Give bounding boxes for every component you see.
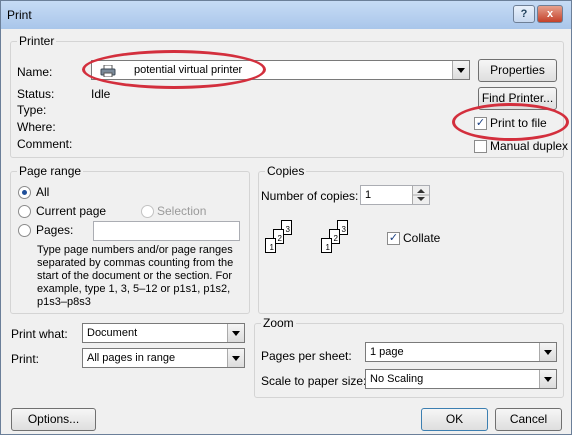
pages-radio[interactable] xyxy=(18,224,31,237)
all-pages-label: All xyxy=(36,185,50,199)
ok-button-label: OK xyxy=(445,412,464,426)
page-range-help-text: Type page numbers and/or page ranges sep… xyxy=(37,244,234,308)
current-page-radio[interactable] xyxy=(18,205,31,218)
chevron-down-icon[interactable] xyxy=(539,370,556,388)
scale-to-paper-size-value: No Scaling xyxy=(370,373,424,385)
pages-per-sheet-value: 1 page xyxy=(370,346,404,358)
ok-button[interactable]: OK xyxy=(421,408,488,431)
pages-input[interactable] xyxy=(93,221,240,241)
zoom-group-label: Zoom xyxy=(261,316,296,330)
print-what-label: Print what: xyxy=(11,327,68,341)
manual-duplex-label: Manual duplex xyxy=(490,139,569,153)
number-of-copies-label: Number of copies: xyxy=(261,189,359,203)
highlight-ring-printer-name xyxy=(82,50,266,89)
chevron-down-icon[interactable] xyxy=(452,61,469,79)
printer-group-label: Printer xyxy=(17,34,57,48)
all-pages-radio[interactable] xyxy=(18,186,31,199)
copies-group-label: Copies xyxy=(265,164,307,178)
status-value: Idle xyxy=(91,87,111,101)
scale-to-paper-size-select[interactable]: No Scaling xyxy=(365,369,557,389)
collate-label: Collate xyxy=(403,231,441,245)
title-bar: Print ? x xyxy=(1,1,571,29)
options-button[interactable]: Options... xyxy=(11,408,96,431)
collate-page-1: 1 xyxy=(265,238,276,253)
pages-per-sheet-label: Pages per sheet: xyxy=(261,349,352,363)
copies-value: 1 xyxy=(365,189,372,201)
selection-radio[interactable] xyxy=(141,205,154,218)
print-what-select[interactable]: Document xyxy=(82,323,245,343)
print-select[interactable]: All pages in range xyxy=(82,348,245,368)
type-label: Type: xyxy=(17,103,47,117)
properties-button[interactable]: Properties xyxy=(478,59,557,82)
where-label: Where: xyxy=(17,120,56,134)
print-label: Print: xyxy=(11,352,40,366)
chevron-down-icon[interactable] xyxy=(227,324,244,342)
selection-label: Selection xyxy=(157,204,207,218)
dialog-title: Print xyxy=(7,8,32,22)
chevron-down-icon[interactable] xyxy=(539,343,556,361)
properties-button-label: Properties xyxy=(490,63,545,77)
manual-duplex-checkbox[interactable] xyxy=(474,140,487,153)
cancel-button[interactable]: Cancel xyxy=(495,408,562,431)
help-button[interactable]: ? xyxy=(513,5,535,23)
collate-checkbox[interactable]: ✓ xyxy=(387,232,400,245)
comment-label: Comment: xyxy=(17,137,73,151)
scale-to-paper-size-label: Scale to paper size: xyxy=(261,374,367,388)
status-label: Status: xyxy=(17,87,55,101)
chevron-down-icon[interactable] xyxy=(227,349,244,367)
print-dialog: Print ? x Printer Name: potential virtua… xyxy=(0,0,572,435)
copies-spinner[interactable]: 1 xyxy=(360,185,430,205)
page-range-group-label: Page range xyxy=(17,164,84,178)
spin-buttons[interactable] xyxy=(412,186,429,204)
close-button[interactable]: x xyxy=(537,5,563,23)
current-page-label: Current page xyxy=(36,204,107,218)
highlight-ring-print-to-file xyxy=(452,103,569,141)
pages-per-sheet-select[interactable]: 1 page xyxy=(365,342,557,362)
print-what-value: Document xyxy=(87,327,138,339)
cancel-button-label: Cancel xyxy=(509,412,548,426)
options-button-label: Options... xyxy=(27,412,80,426)
print-value: All pages in range xyxy=(87,352,176,364)
pages-label: Pages: xyxy=(36,223,74,237)
printer-name-label: Name: xyxy=(17,65,53,79)
collate-page-1b: 1 xyxy=(321,238,332,253)
